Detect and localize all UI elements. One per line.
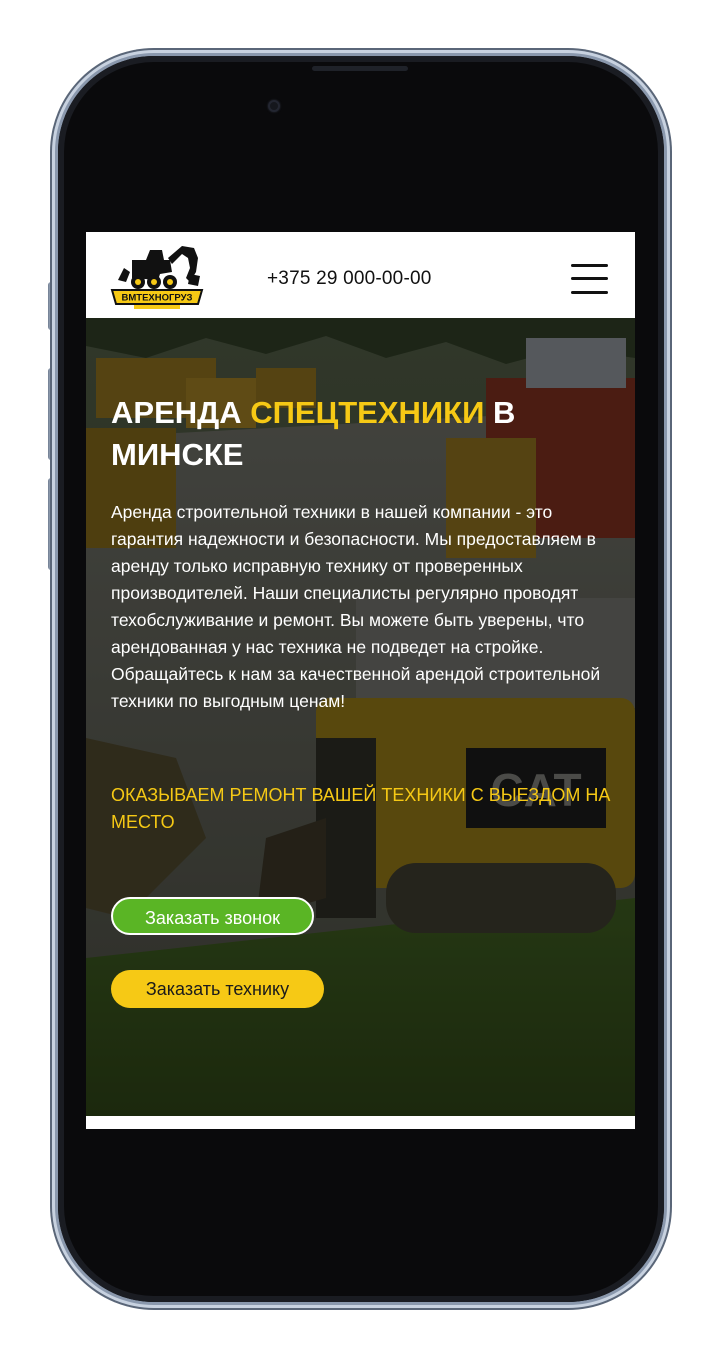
hero-title: Аренда спецтехники в Минске	[111, 392, 591, 476]
phone-speaker	[312, 66, 408, 71]
excavator-logo-icon: ВМТЕХНОГРУЗ	[110, 246, 204, 309]
phone-volume-down-button	[48, 478, 56, 570]
header-phone-link[interactable]: +375 29 000-00-00	[267, 268, 432, 290]
camera-icon	[268, 100, 280, 112]
hero-title-highlight: спецтехники	[250, 395, 485, 430]
burger-menu-icon[interactable]	[571, 262, 608, 296]
phone-volume-up-button	[48, 368, 56, 460]
hero-service-note: Оказываем ремонт вашей техники с выездом…	[111, 785, 611, 832]
hero-title-part1: Аренда	[111, 395, 251, 430]
site-header: ВМТЕХНОГРУЗ +375 29 000-00-00	[86, 232, 635, 318]
hero-section: CAT Аренда спецтехники в Минске Аренда с…	[86, 318, 635, 1116]
phone-screen: ВМТЕХНОГРУЗ +375 29 000-00-00 CAT АРЕНДА…	[86, 232, 635, 1129]
company-logo[interactable]: ВМТЕХНОГРУЗ	[110, 238, 204, 312]
phone-silent-switch	[48, 282, 56, 330]
page-bottom-strip	[86, 1116, 635, 1129]
order-equipment-button[interactable]: Заказать технику	[111, 970, 324, 1008]
svg-text:ВМТЕХНОГРУЗ: ВМТЕХНОГРУЗ	[122, 293, 193, 304]
hero-description: Аренда строительной техники в нашей комп…	[111, 502, 601, 711]
order-call-button[interactable]: Заказать звонок	[111, 897, 314, 935]
